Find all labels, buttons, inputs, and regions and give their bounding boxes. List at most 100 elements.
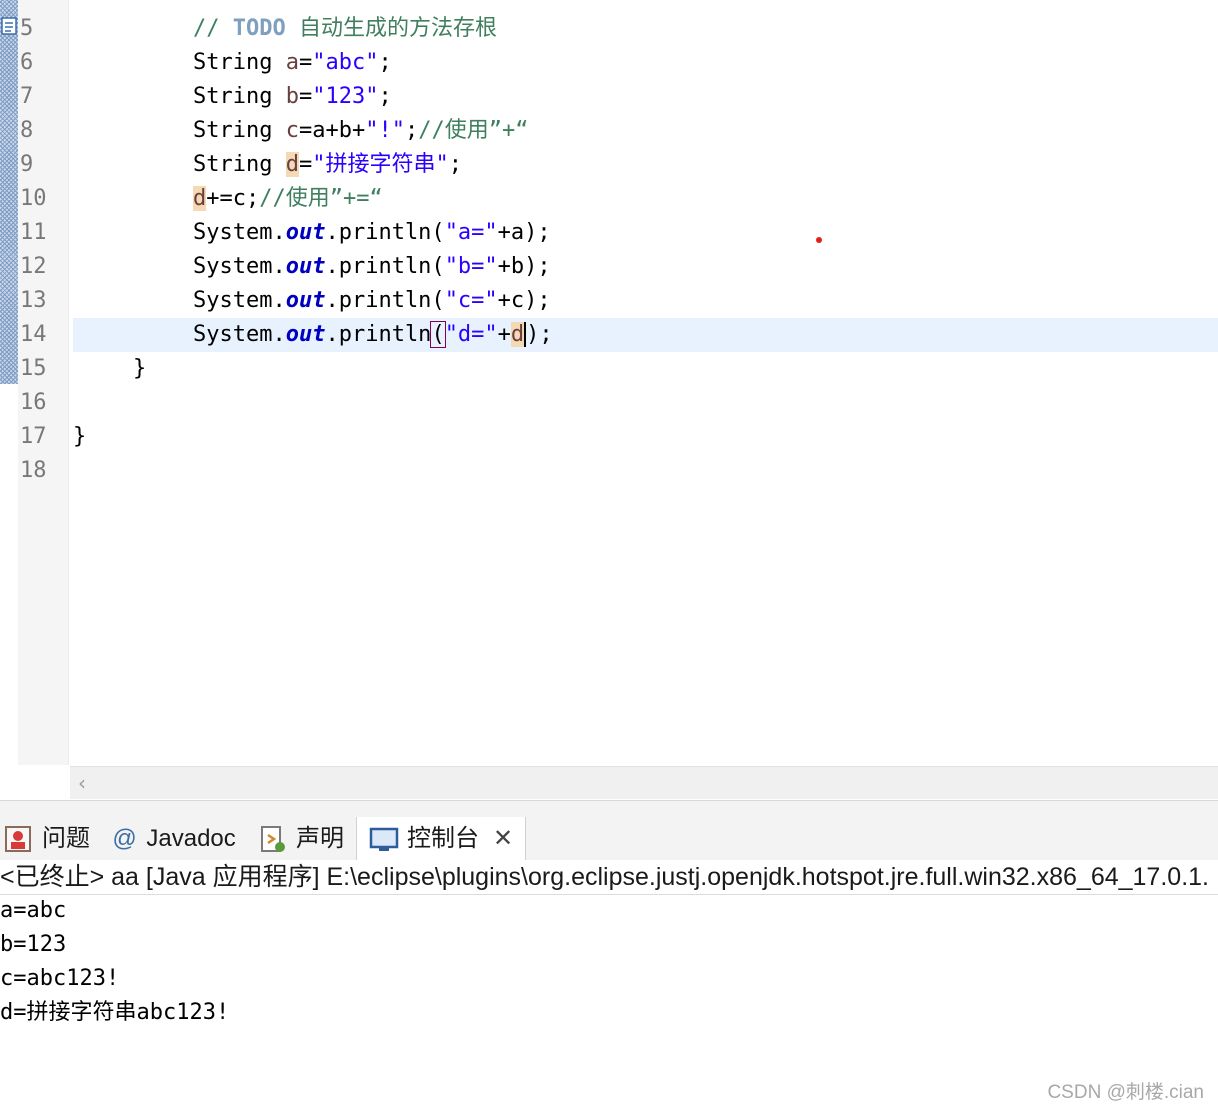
bracket-close: ) xyxy=(526,322,540,347)
line-number: 9 xyxy=(20,152,34,177)
string-literal: "abc" xyxy=(312,50,379,75)
code-line[interactable]: } xyxy=(73,420,1218,454)
code-line[interactable]: String d="拼接字符串"; xyxy=(73,148,1218,182)
expression: =a+b+ xyxy=(298,118,366,143)
operator: = xyxy=(298,50,313,75)
console-output-line: d=拼接字符串abc123! xyxy=(0,1000,230,1025)
static-field: out xyxy=(285,288,326,313)
string-literal: "!" xyxy=(365,118,405,143)
task-marker-icon[interactable] xyxy=(0,16,18,36)
code-line[interactable]: System.out.println("b="+b); xyxy=(73,250,1218,284)
console-output-line: b=123 xyxy=(0,932,67,957)
static-field: out xyxy=(285,254,326,279)
string-literal: "b=" xyxy=(444,254,498,279)
code-line[interactable]: System.out.println("a="+a); xyxy=(73,216,1218,250)
tab-label: 问题 xyxy=(42,825,90,852)
line-number: 6 xyxy=(20,50,34,75)
line-number: 17 xyxy=(20,424,47,449)
method-call: .println( xyxy=(325,254,445,279)
type-name: String xyxy=(193,118,273,143)
tab-problems[interactable]: 问题 xyxy=(4,817,90,861)
code-line[interactable]: d+=c;//使用”+=“ xyxy=(73,182,1218,216)
tab-console[interactable]: 控制台 ✕ xyxy=(356,817,527,861)
bracket-match-open: ( xyxy=(430,321,446,348)
console-output-line: c=abc123! xyxy=(0,966,120,991)
code-line[interactable]: } xyxy=(73,352,1218,386)
tab-declaration[interactable]: 声明 xyxy=(258,817,344,861)
variable-occurrence-highlight: d xyxy=(510,322,525,347)
class-ref: System. xyxy=(193,322,286,347)
code-line[interactable]: String c=a+b+"!";//使用”+“ xyxy=(73,114,1218,148)
line-number: 7 xyxy=(20,84,34,109)
line-number: 18 xyxy=(20,458,47,483)
class-ref: System. xyxy=(193,220,286,245)
variable: a xyxy=(285,50,299,75)
static-field: out xyxy=(285,322,326,347)
comment: //使用”+=“ xyxy=(259,186,383,211)
line-number: 10 xyxy=(20,186,47,211)
semicolon: ; xyxy=(378,84,392,109)
horizontal-scrollbar[interactable]: ‹ xyxy=(70,766,1218,799)
watermark: CSDN @刺楼.cian xyxy=(1047,1082,1204,1103)
operator: = xyxy=(298,152,313,177)
method-call: .println( xyxy=(325,220,445,245)
console-view[interactable]: <已终止> aa [Java 应用程序] E:\eclipse\plugins\… xyxy=(0,860,1218,1110)
string-literal: "d=" xyxy=(444,322,498,347)
operator: + xyxy=(497,322,511,347)
tab-label: Javadoc xyxy=(146,825,236,852)
tab-javadoc[interactable]: @ Javadoc xyxy=(112,817,236,861)
line-number: 16 xyxy=(20,390,47,415)
operator: = xyxy=(298,84,313,109)
code-editor[interactable]: 5 6 7 8 9 10 11 12 13 14 15 16 17 18 // … xyxy=(0,0,1218,800)
at-icon: @ xyxy=(112,825,137,852)
method-call: .println( xyxy=(325,288,445,313)
scroll-left-arrow-icon[interactable]: ‹ xyxy=(78,771,86,795)
expression: +c); xyxy=(497,288,551,313)
current-code-line[interactable]: System.out.println("d="+d); xyxy=(73,318,1218,352)
console-icon xyxy=(369,827,399,851)
type-name: String xyxy=(193,50,273,75)
problems-icon xyxy=(5,825,31,852)
line-number: 8 xyxy=(20,118,34,143)
method-call: .println xyxy=(325,322,432,347)
code-line[interactable]: System.out.println("c="+c); xyxy=(73,284,1218,318)
static-field: out xyxy=(285,220,326,245)
class-ref: System. xyxy=(193,254,286,279)
string-literal: "a=" xyxy=(444,220,498,245)
semicolon: ; xyxy=(404,118,419,143)
closing-brace: } xyxy=(73,424,87,449)
line-number: 5 xyxy=(20,16,34,41)
line-number: 13 xyxy=(20,288,47,313)
code-line[interactable]: String a="abc"; xyxy=(73,46,1218,80)
expression: +b); xyxy=(497,254,551,279)
comment: //使用”+“ xyxy=(418,118,529,143)
console-output-line: a=abc xyxy=(0,898,67,923)
variable-occurrence-highlight: d xyxy=(193,186,207,211)
expression: +=c; xyxy=(206,186,260,211)
string-literal: "拼接字符串" xyxy=(312,152,449,177)
declaration-icon xyxy=(261,825,285,852)
expression: +a); xyxy=(497,220,551,245)
close-icon[interactable]: ✕ xyxy=(493,825,513,852)
code-line[interactable]: // TODO 自动生成的方法存根 xyxy=(73,12,1218,46)
variable: b xyxy=(285,84,299,109)
line-number: 11 xyxy=(20,220,47,245)
semicolon: ; xyxy=(539,322,553,347)
closing-brace: } xyxy=(133,356,147,381)
view-tab-bar: 问题 @ Javadoc 声明 控制台 ✕ xyxy=(0,800,1218,861)
code-line[interactable]: String b="123"; xyxy=(73,80,1218,114)
console-status-header: <已终止> aa [Java 应用程序] E:\eclipse\plugins\… xyxy=(0,860,1218,895)
class-ref: System. xyxy=(193,288,286,313)
string-literal: "c=" xyxy=(444,288,498,313)
comment: 自动生成的方法存根 xyxy=(285,16,497,41)
line-number: 14 xyxy=(20,322,47,347)
line-number: 12 xyxy=(20,254,47,279)
variable-occurrence-highlight: d xyxy=(285,152,299,177)
type-name: String xyxy=(193,152,273,177)
change-ruler xyxy=(0,0,18,384)
comment: // xyxy=(193,16,233,41)
line-number: 15 xyxy=(20,356,47,381)
semicolon: ; xyxy=(448,152,462,177)
tab-label: 声明 xyxy=(296,825,344,852)
cursor-dot xyxy=(816,237,822,243)
